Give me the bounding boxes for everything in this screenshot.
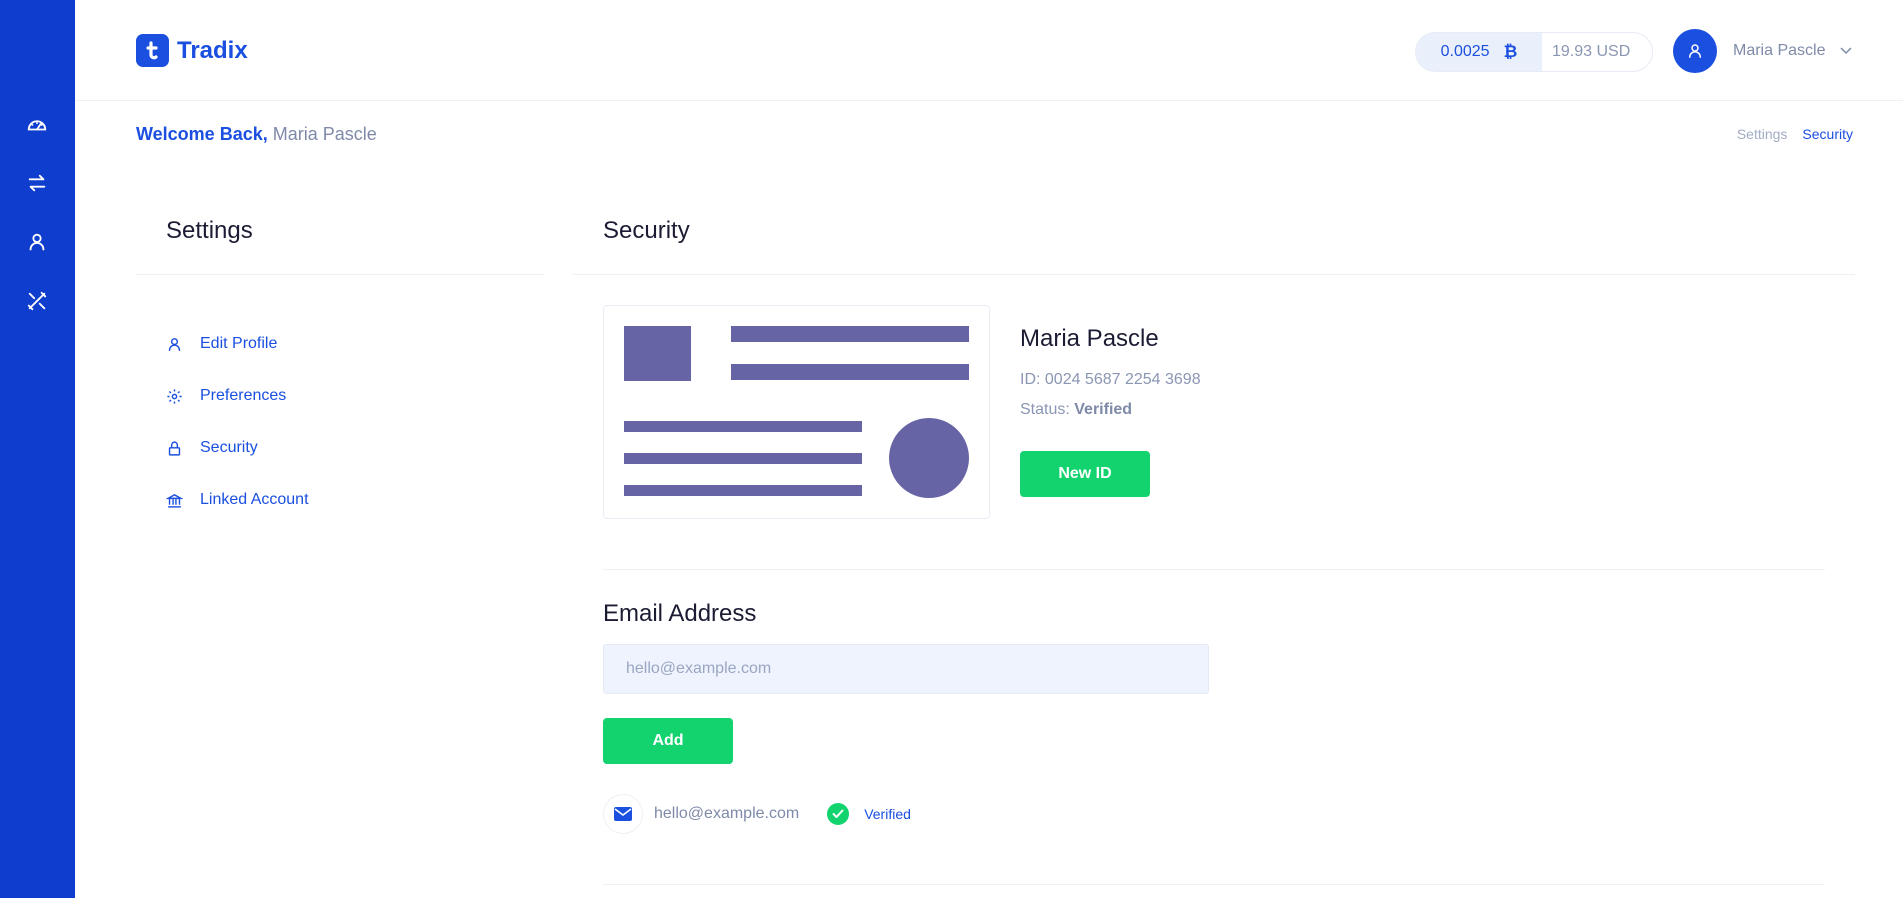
exchange-arrows-icon[interactable] [24,170,50,196]
logo-mark-icon [136,34,169,67]
email-verified-status: Verified [864,806,911,822]
balance-btc-value: 0.0025 [1440,43,1490,60]
new-id-button[interactable]: New ID [1020,451,1150,497]
breadcrumb-security[interactable]: Security [1802,126,1853,142]
settings-nav: Edit Profile Preferences Security Linked… [166,318,309,526]
id-text-line [624,453,862,464]
nav-item-edit-profile[interactable]: Edit Profile [166,318,309,370]
id-photo-block [624,326,691,381]
user-icon [168,337,181,351]
chevron-down-icon [1840,47,1853,55]
id-text-line [624,421,862,432]
divider [603,569,1825,570]
nav-item-label: Security [200,439,258,456]
divider [573,274,1855,275]
id-card-illustration [603,305,990,519]
security-title: Security [603,217,690,244]
breadcrumb: Settings Security [1737,126,1853,142]
id-status: Status: Verified [1020,401,1201,419]
divider [603,884,1825,885]
user-name: Maria Pascle [1733,42,1826,59]
welcome-message: Welcome Back, Maria Pascle [136,124,377,145]
welcome-name: Maria Pascle [272,124,377,144]
balance-btc: 0.0025 ₿ [1416,33,1542,71]
id-text-line [624,485,862,496]
brand-name: Tradix [177,36,248,64]
nav-item-preferences[interactable]: Preferences [166,370,309,422]
top-header: Tradix 0.0025 ₿ 19.93 USD Maria Pascle [75,0,1903,101]
id-text-line [731,326,969,342]
brand-logo[interactable]: Tradix [136,34,248,67]
divider [136,274,544,275]
id-text-line [731,364,969,380]
tools-icon[interactable] [24,288,50,314]
sidebar [0,0,75,898]
email-section-title: Email Address [603,600,757,627]
welcome-greeting: Welcome Back, [136,124,268,144]
email-list-item: hello@example.com Verified [603,794,911,834]
bitcoin-icon: ₿ [1503,42,1518,61]
user-icon [1689,44,1701,58]
breadcrumb-settings[interactable]: Settings [1737,126,1788,142]
id-number: ID: 0024 5687 2254 3698 [1020,371,1201,388]
mail-icon [603,794,643,834]
id-holder-name: Maria Pascle [1020,325,1159,352]
user-icon[interactable] [24,229,50,255]
nav-item-linked-account[interactable]: Linked Account [166,474,309,526]
nav-item-label: Preferences [200,387,287,404]
id-status-label: Status: [1020,401,1070,418]
wallet-balance[interactable]: 0.0025 ₿ 19.93 USD [1415,32,1653,72]
lock-icon [168,440,181,456]
id-seal-circle [889,418,969,498]
email-input[interactable] [603,644,1209,694]
speedometer-icon[interactable] [24,111,50,137]
avatar [1673,29,1717,73]
id-status-value: Verified [1074,401,1133,418]
user-menu[interactable]: Maria Pascle [1673,29,1853,73]
nav-item-security[interactable]: Security [166,422,309,474]
check-circle-icon [827,803,850,825]
bank-icon [166,493,183,508]
email-value: hello@example.com [654,805,800,822]
nav-item-label: Linked Account [200,491,309,508]
add-email-button[interactable]: Add [603,718,733,764]
id-info: Maria Pascle ID: 0024 5687 2254 3698 Sta… [1020,325,1201,419]
nav-item-label: Edit Profile [200,335,278,352]
gear-icon [167,388,182,404]
settings-title: Settings [166,217,253,244]
balance-usd: 19.93 USD [1552,43,1631,60]
